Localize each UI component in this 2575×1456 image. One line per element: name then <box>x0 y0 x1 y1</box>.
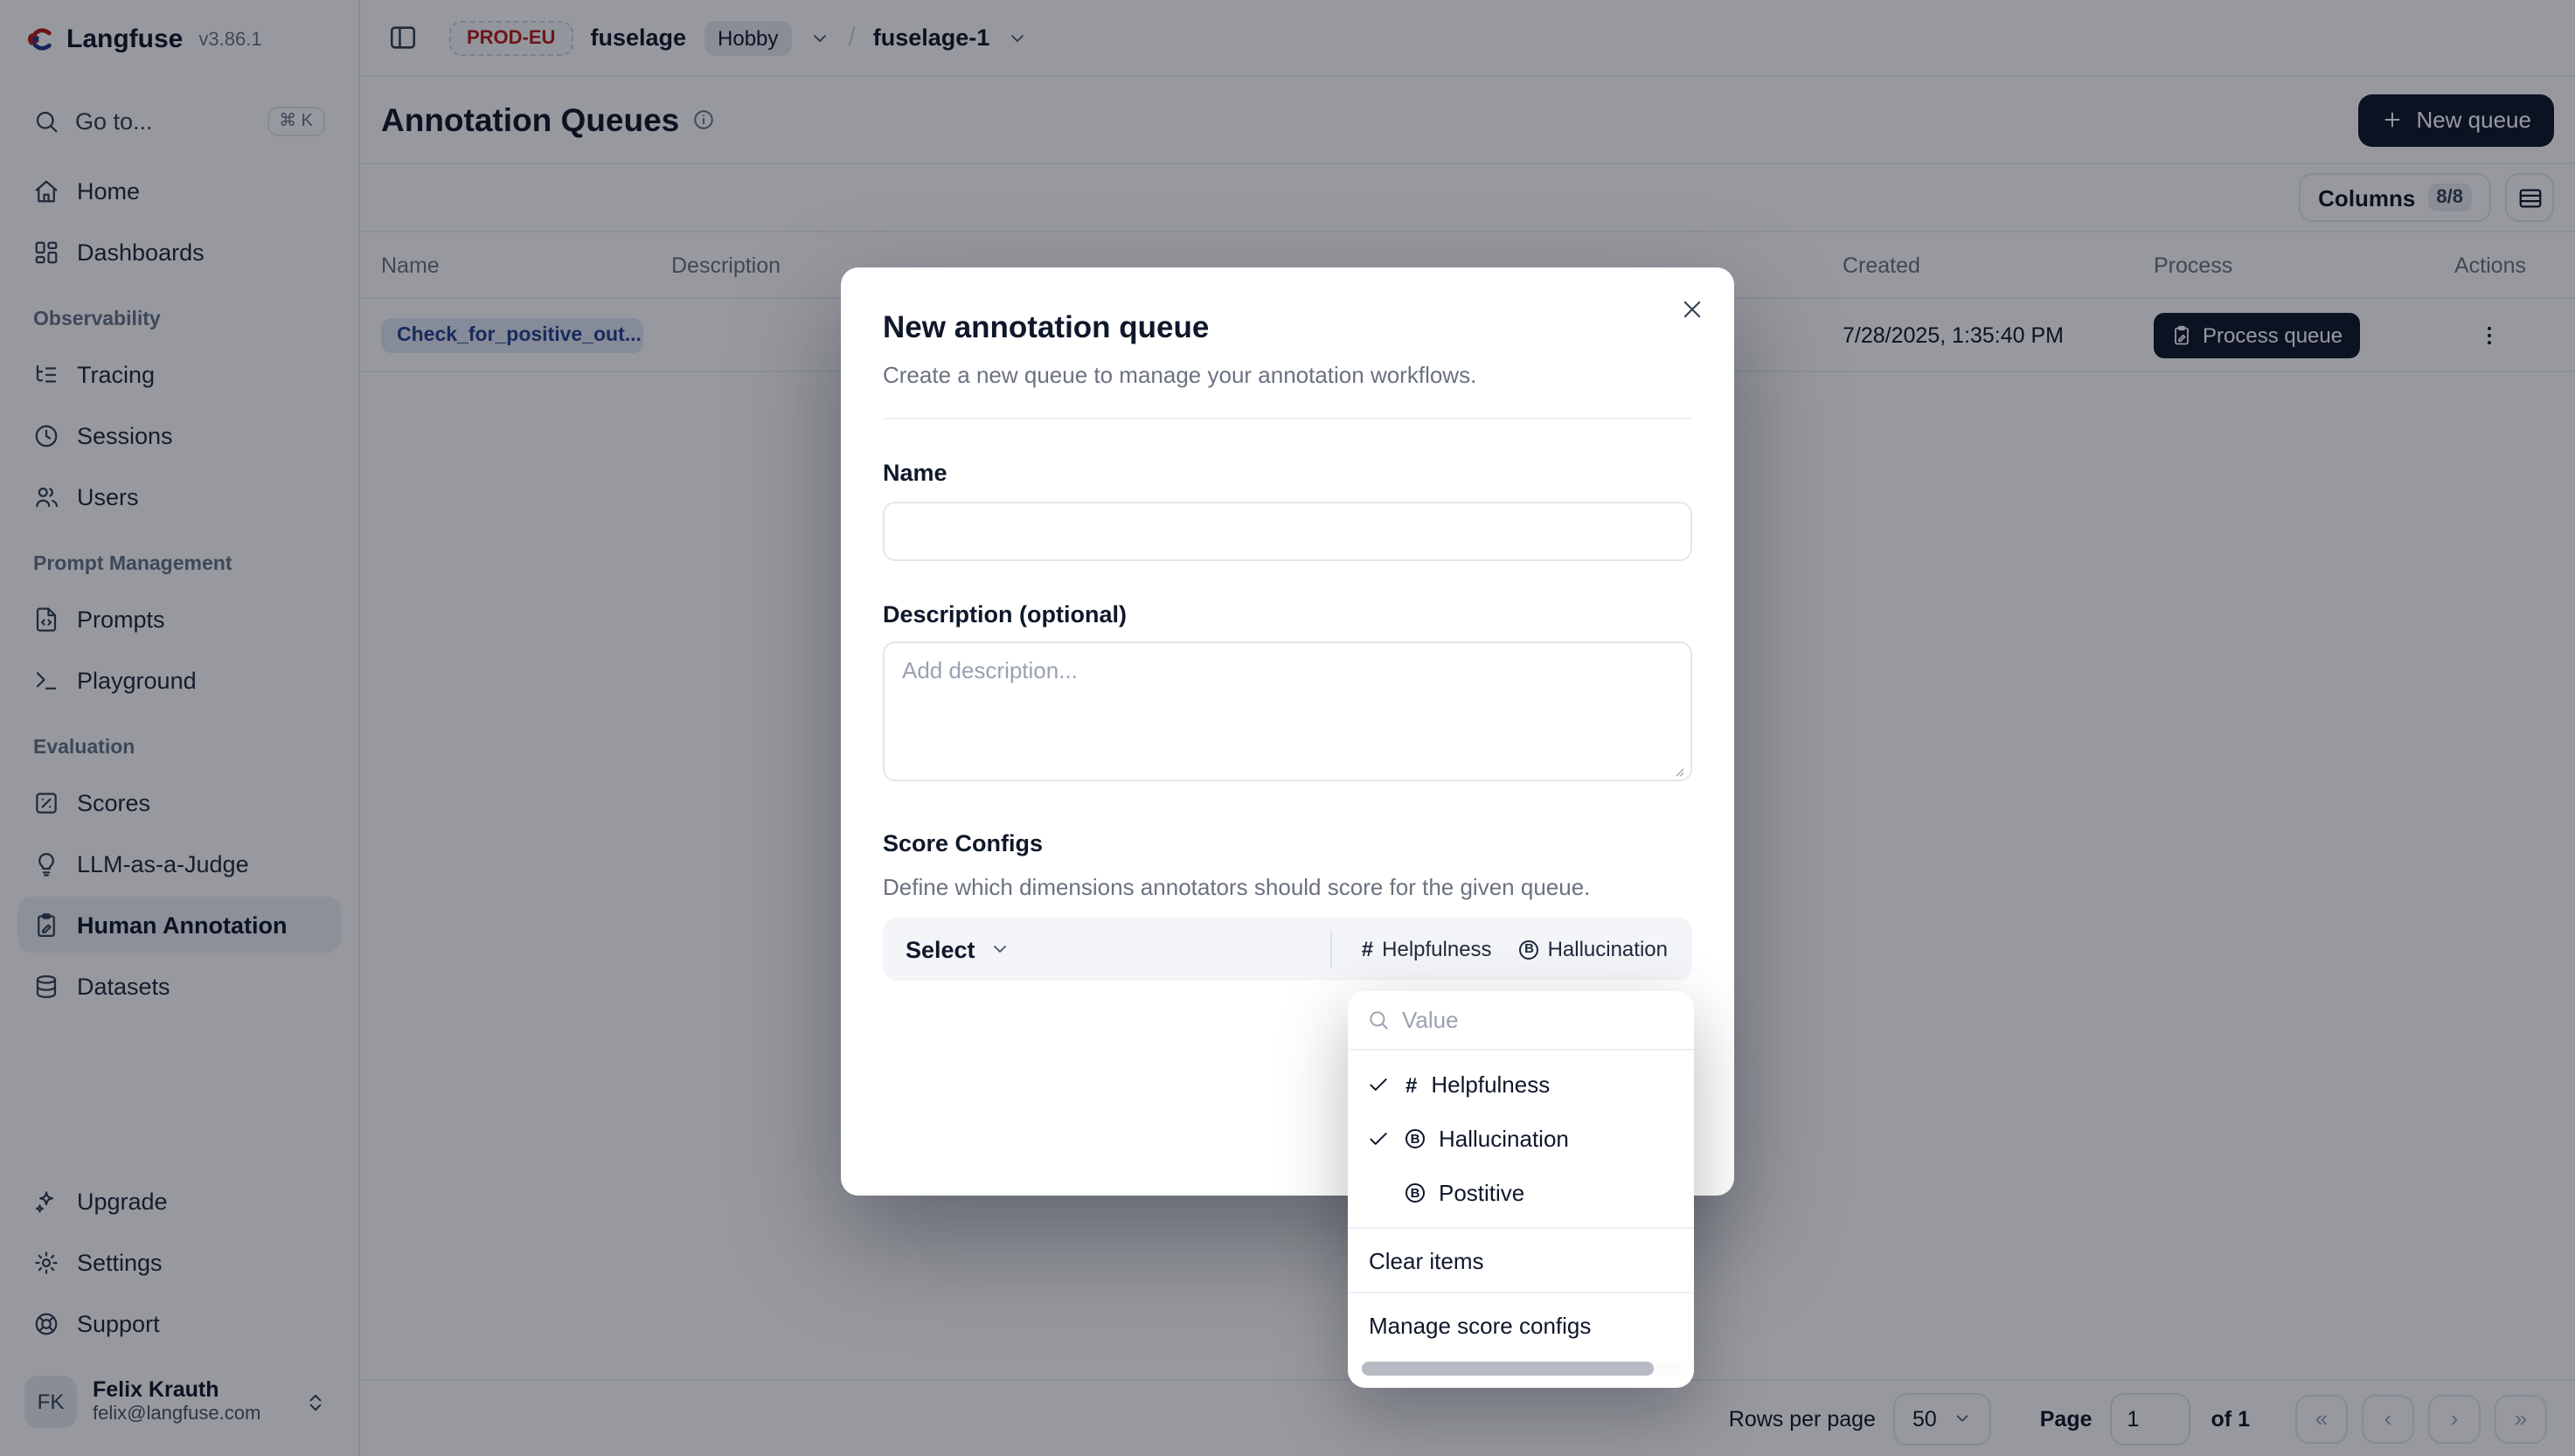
description-field-label: Description (optional) <box>883 601 1692 627</box>
boolean-type-icon: B <box>1520 939 1539 959</box>
search-icon <box>1367 1009 1390 1031</box>
close-icon[interactable] <box>1676 294 1708 325</box>
clear-items-button[interactable]: Clear items <box>1348 1229 1694 1292</box>
dropdown-search <box>1348 991 1694 1049</box>
option-postitive[interactable]: B Postitive <box>1348 1166 1694 1220</box>
score-configs-label: Score Configs <box>883 830 1692 856</box>
langfuse-app: Langfuse v3.86.1 Go to... ⌘ K Home Dashb… <box>0 0 2575 1456</box>
numeric-type-icon: # <box>1405 1072 1417 1097</box>
dropdown-scrollbar <box>1360 1362 1682 1376</box>
selected-score-configs: # Helpfulness B Hallucination <box>1332 937 1692 961</box>
score-configs-select: Select # Helpfulness B Hallucination <box>883 918 1692 981</box>
option-hallucination[interactable]: B Hallucination <box>1348 1112 1694 1166</box>
dialog-subtitle: Create a new queue to manage your annota… <box>883 362 1692 419</box>
check-icon <box>1367 1073 1392 1096</box>
score-configs-dropdown: # Helpfulness B Hallucination B Postitiv… <box>1348 991 1694 1388</box>
selected-config-hallucination[interactable]: B Hallucination <box>1520 937 1668 961</box>
numeric-type-icon: # <box>1362 937 1373 961</box>
scrollbar-thumb[interactable] <box>1362 1362 1655 1376</box>
option-helpfulness[interactable]: # Helpfulness <box>1348 1057 1694 1112</box>
selected-config-helpfulness[interactable]: # Helpfulness <box>1362 937 1492 961</box>
name-field-label: Name <box>883 460 1692 486</box>
boolean-type-icon: B <box>1405 1129 1425 1148</box>
boolean-type-icon: B <box>1405 1183 1425 1203</box>
check-icon <box>1367 1127 1392 1150</box>
dialog-title: New annotation queue <box>883 309 1692 346</box>
chevron-down-icon <box>989 939 1010 960</box>
queue-name-input[interactable] <box>883 502 1692 561</box>
dropdown-search-input[interactable] <box>1402 1007 1675 1033</box>
score-configs-help: Define which dimensions annotators shoul… <box>883 874 1692 900</box>
queue-description-textarea[interactable] <box>883 641 1692 781</box>
select-trigger[interactable]: Select <box>883 936 1330 962</box>
manage-score-configs-button[interactable]: Manage score configs <box>1348 1293 1694 1356</box>
